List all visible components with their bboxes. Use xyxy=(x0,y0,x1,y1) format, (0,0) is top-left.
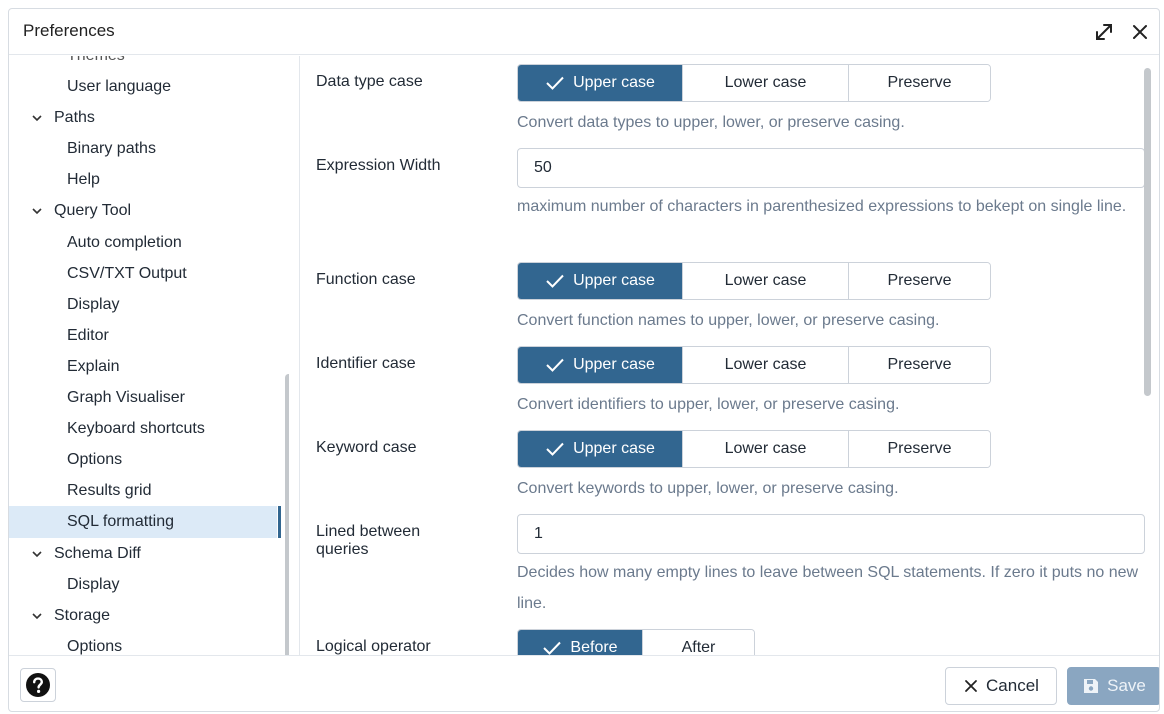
preferences-dialog: Preferences Themes User language Paths B… xyxy=(8,8,1160,712)
identifier-case-help: Convert identifiers to upper, lower, or … xyxy=(517,396,900,413)
tree-item-storage[interactable]: Storage xyxy=(9,600,277,631)
expression-width-label: Expression Width xyxy=(316,157,441,174)
tree-item-paths[interactable]: Paths xyxy=(9,102,277,133)
check-icon xyxy=(543,641,562,655)
dialog-body: Themes User language Paths Binary paths … xyxy=(9,56,1159,655)
tree-item-keyboard-shortcuts[interactable]: Keyboard shortcuts xyxy=(9,413,277,444)
dialog-footer: Cancel Save xyxy=(9,655,1159,711)
keyword-case-help: Convert keywords to upper, lower, or pre… xyxy=(517,480,899,497)
expression-width-help: maximum number of characters in parenthe… xyxy=(517,198,1127,215)
tree-item-options[interactable]: Options xyxy=(9,444,277,475)
function-case-preserve-option[interactable]: Preserve xyxy=(848,263,990,299)
lines-between-queries-help: Decides how many empty lines to leave be… xyxy=(517,564,1139,612)
logical-operator-label: Logical operator xyxy=(316,638,431,655)
tree-item-csv-txt-output[interactable]: CSV/TXT Output xyxy=(9,258,277,289)
logical-operator-before-option[interactable]: Before xyxy=(518,630,642,655)
lines-between-queries-label-line2: queries xyxy=(316,541,369,558)
function-case-help: Convert function names to upper, lower, … xyxy=(517,312,940,329)
lines-between-queries-input[interactable]: 1 xyxy=(517,514,1145,554)
tree-item-schema-diff[interactable]: Schema Diff xyxy=(9,538,277,569)
check-icon xyxy=(546,358,564,372)
function-case-upper-option[interactable]: Upper case xyxy=(518,263,682,299)
form-scrollbar[interactable] xyxy=(1144,68,1151,396)
identifier-case-lower-option[interactable]: Lower case xyxy=(682,347,848,383)
keyword-case-label: Keyword case xyxy=(316,439,417,456)
tree-item-query-tool[interactable]: Query Tool xyxy=(9,195,277,226)
identifier-case-upper-option[interactable]: Upper case xyxy=(518,347,682,383)
tree-item-themes[interactable]: Themes xyxy=(9,56,277,71)
expression-width-input[interactable]: 50 xyxy=(517,148,1145,188)
tree-item-graph-visualiser[interactable]: Graph Visualiser xyxy=(9,382,277,413)
function-case-toggle: Upper case Lower case Preserve xyxy=(517,262,991,300)
chevron-down-icon xyxy=(32,613,42,619)
tree-item-explain[interactable]: Explain xyxy=(9,351,277,382)
preferences-tree: Themes User language Paths Binary paths … xyxy=(9,56,289,655)
identifier-case-label: Identifier case xyxy=(316,355,416,372)
floppy-icon xyxy=(1084,679,1099,693)
close-icon[interactable] xyxy=(1129,21,1153,45)
identifier-case-preserve-option[interactable]: Preserve xyxy=(848,347,990,383)
cancel-button[interactable]: Cancel xyxy=(945,667,1057,705)
tree-scrollbar[interactable] xyxy=(285,374,289,655)
check-icon xyxy=(546,442,564,456)
expand-icon[interactable] xyxy=(1093,21,1117,45)
tree-item-display[interactable]: Display xyxy=(9,289,277,320)
function-case-label: Function case xyxy=(316,271,416,288)
logical-operator-after-option[interactable]: After xyxy=(642,630,754,655)
tree-item-auto-completion[interactable]: Auto completion xyxy=(9,227,277,258)
chevron-down-icon xyxy=(32,115,42,122)
tree-item-storage-options[interactable]: Options xyxy=(9,631,277,655)
help-circle-icon xyxy=(26,673,50,697)
tree-item-binary-paths[interactable]: Binary paths xyxy=(9,133,277,164)
x-icon xyxy=(965,680,977,692)
tree-item-help[interactable]: Help xyxy=(9,164,277,195)
lines-between-queries-label-line1: Lined between xyxy=(316,523,421,540)
data-type-case-toggle: Upper case Lower case Preserve xyxy=(517,64,991,102)
data-type-case-label: Data type case xyxy=(316,73,423,90)
panel-divider xyxy=(299,56,300,655)
data-type-case-preserve-option[interactable]: Preserve xyxy=(848,65,990,101)
identifier-case-toggle: Upper case Lower case Preserve xyxy=(517,346,991,384)
data-type-case-upper-option[interactable]: Upper case xyxy=(518,65,682,101)
chevron-down-icon xyxy=(32,550,42,557)
tree-item-user-language[interactable]: User language xyxy=(9,71,277,102)
help-button[interactable] xyxy=(20,668,56,702)
check-icon xyxy=(546,274,564,288)
tree-item-results-grid[interactable]: Results grid xyxy=(9,475,277,506)
function-case-lower-option[interactable]: Lower case xyxy=(682,263,848,299)
save-button[interactable]: Save xyxy=(1067,667,1159,705)
keyword-case-preserve-option[interactable]: Preserve xyxy=(848,431,990,467)
dialog-title: Preferences xyxy=(23,21,115,40)
logical-operator-toggle: Before After xyxy=(517,629,755,655)
tree-item-schema-diff-display[interactable]: Display xyxy=(9,569,277,600)
data-type-case-lower-option[interactable]: Lower case xyxy=(682,65,848,101)
data-type-case-help: Convert data types to upper, lower, or p… xyxy=(517,114,905,131)
check-icon xyxy=(546,76,564,90)
tree-item-editor[interactable]: Editor xyxy=(9,320,277,351)
keyword-case-lower-option[interactable]: Lower case xyxy=(682,431,848,467)
keyword-case-upper-option[interactable]: Upper case xyxy=(518,431,682,467)
tree-item-sql-formatting[interactable]: SQL formatting xyxy=(9,506,281,538)
dialog-titlebar: Preferences xyxy=(9,9,1159,55)
keyword-case-toggle: Upper case Lower case Preserve xyxy=(517,430,991,468)
chevron-down-icon xyxy=(32,208,42,215)
sql-formatting-form: Data type case Upper case Lower case Pre… xyxy=(301,56,1159,655)
